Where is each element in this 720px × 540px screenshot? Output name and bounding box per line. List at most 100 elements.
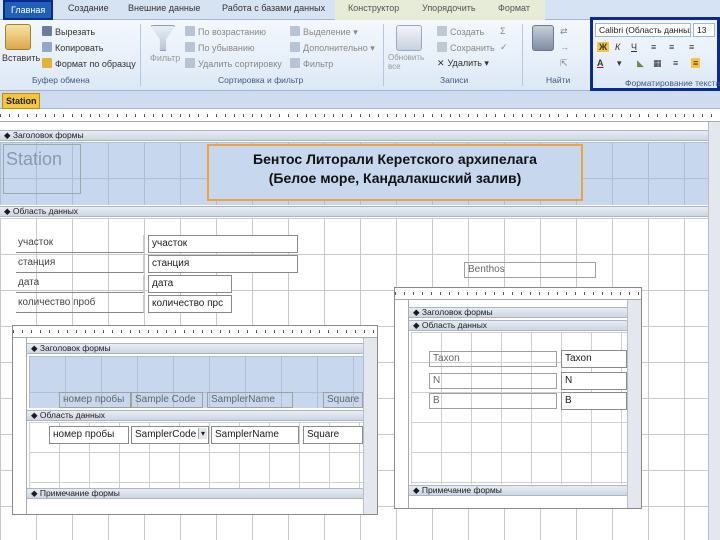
refresh-icon[interactable] [396, 25, 422, 51]
format-painter-button[interactable]: Формат по образцу [42, 58, 136, 69]
paste-button[interactable]: Вставить [2, 53, 40, 63]
subform-vertical-scrollbar[interactable] [627, 300, 641, 508]
label-n[interactable]: N [429, 373, 557, 389]
field-input-date[interactable]: дата [148, 275, 232, 293]
spelling-button[interactable]: ✓ [500, 42, 508, 53]
section-expand-icon: ◆ [413, 320, 422, 330]
document-tab-station[interactable]: Station [2, 93, 40, 109]
main-vertical-scrollbar[interactable] [708, 122, 720, 540]
delete-record-button[interactable]: ✕ Удалить ▾ [437, 58, 489, 69]
subform-vertical-scrollbar[interactable] [363, 338, 377, 514]
filter-button[interactable]: Фильтр [150, 53, 180, 63]
goto-button[interactable]: → [560, 42, 569, 52]
subform-footer-section-bar[interactable]: ◆ Примечание формы [409, 485, 627, 496]
form-title-label[interactable]: Бентос Литорали Керетского архипелага (Б… [207, 144, 583, 201]
column-header-sampler-name[interactable]: SamplerName [207, 392, 293, 408]
column-header-sample-number[interactable]: номер пробы [59, 392, 131, 408]
title-line-2: (Белое море, Кандалакшский залив) [268, 170, 522, 186]
align-center-icon[interactable]: ≡ [669, 42, 674, 52]
italic-button[interactable]: К [615, 42, 620, 52]
field-sampler-code[interactable]: SamplerCode ▾ [131, 426, 209, 444]
subform-detail-section-bar[interactable]: ◆ Область данных [409, 320, 627, 331]
subform-footer-section-bar[interactable]: ◆ Примечание формы [27, 488, 363, 499]
field-label-station[interactable]: станция [16, 255, 144, 273]
totals-button[interactable]: Σ [500, 26, 506, 36]
field-taxon[interactable]: Taxon [561, 350, 627, 368]
detail-section-bar[interactable]: ◆ Область данных [0, 206, 720, 217]
field-label-sample-count[interactable]: количество проб [16, 295, 144, 313]
clipboard-group-label: Буфер обмена [32, 75, 90, 85]
station-label[interactable]: Station [3, 144, 81, 194]
field-label-date[interactable]: дата [16, 275, 144, 293]
align-justify-icon[interactable]: ≡ [691, 58, 701, 68]
filter-icon[interactable] [150, 25, 176, 51]
group-separator [383, 24, 384, 86]
section-expand-icon: ◆ [413, 485, 422, 495]
tab-format[interactable]: Формат [498, 3, 530, 13]
subform-ruler [13, 326, 377, 338]
align-left-icon[interactable]: ≡ [651, 42, 656, 52]
binoculars-icon[interactable] [532, 25, 554, 51]
column-header-sample-code[interactable]: Sample Code [131, 392, 203, 408]
advanced-filter-button[interactable]: Дополнительно ▾ [290, 42, 375, 54]
grid-lines-icon[interactable]: ▦ [653, 58, 662, 69]
fill-color-icon[interactable]: ▾ [617, 58, 622, 69]
tab-database-tools[interactable]: Работа с базами данных [222, 3, 325, 13]
select-button[interactable]: ⇱ [560, 58, 568, 69]
column-header-square[interactable]: Square [323, 392, 363, 408]
field-sampler-name[interactable]: SamplerName [211, 426, 299, 444]
toggle-filter-button[interactable]: Фильтр [290, 58, 333, 69]
font-color-button[interactable]: A [597, 58, 604, 68]
tab-create[interactable]: Создание [68, 3, 109, 13]
font-size-dropdown[interactable]: 13 [693, 23, 715, 37]
section-expand-icon: ◆ [4, 206, 13, 216]
subform-detail-label: Область данных [421, 320, 488, 330]
field-input-section[interactable]: участок [148, 235, 298, 253]
new-record-button[interactable]: Создать [437, 26, 484, 37]
records-group-label: Записи [440, 75, 469, 85]
label-taxon[interactable]: Taxon [429, 351, 557, 367]
remove-sort-button[interactable]: Удалить сортировку [185, 58, 282, 69]
sort-descending-button[interactable]: По убыванию [185, 42, 255, 53]
section-expand-icon: ◆ [31, 410, 40, 420]
field-input-sample-count[interactable]: количество прс [148, 295, 232, 313]
paste-icon[interactable] [5, 24, 31, 50]
tab-home[interactable]: Главная [3, 0, 54, 20]
label-b[interactable]: B [429, 393, 557, 409]
tab-design[interactable]: Конструктор [348, 3, 399, 13]
copy-button[interactable]: Копировать [42, 42, 103, 53]
bold-button[interactable]: Ж [597, 42, 610, 52]
field-label-section[interactable]: участок [16, 235, 144, 253]
tab-arrange[interactable]: Упорядочить [422, 3, 476, 13]
form-header-section-bar[interactable]: ◆ Заголовок формы [0, 130, 720, 141]
field-square[interactable]: Square [303, 426, 363, 444]
subform-detail-section-bar[interactable]: ◆ Область данных [27, 410, 363, 421]
subform-header-section-bar[interactable]: ◆ Заголовок формы [409, 307, 627, 318]
font-name-dropdown[interactable]: Calibri (Область данных) [595, 23, 691, 37]
refresh-all-button[interactable]: Обновить все [388, 53, 434, 71]
section-expand-icon: ◆ [31, 343, 40, 353]
sort-ascending-button[interactable]: По возрастанию [185, 26, 266, 37]
tab-external-data[interactable]: Внешние данные [128, 3, 200, 13]
new-record-label: Создать [450, 27, 485, 37]
samples-subform[interactable]: ◆ Заголовок формы номер пробы Sample Cod… [12, 325, 378, 515]
benthos-label[interactable]: Benthos [464, 262, 596, 278]
selection-button[interactable]: Выделение ▾ [290, 26, 358, 38]
underline-button[interactable]: Ч [631, 42, 637, 52]
align-left-icon[interactable]: ≡ [673, 58, 678, 68]
field-input-station[interactable]: станция [148, 255, 298, 273]
subform-header-section-bar[interactable]: ◆ Заголовок формы [27, 343, 363, 354]
save-record-button[interactable]: Сохранить [437, 42, 495, 53]
field-n[interactable]: N [561, 372, 627, 390]
align-right-icon[interactable]: ≡ [689, 42, 694, 52]
section-expand-icon: ◆ [4, 130, 13, 140]
field-sample-number[interactable]: номер пробы [49, 426, 129, 444]
taxa-subform[interactable]: ◆ Заголовок формы ◆ Область данных Taxon… [394, 287, 642, 509]
fill-bucket-icon[interactable]: ◣ [637, 58, 644, 69]
field-b[interactable]: B [561, 392, 627, 410]
dropdown-arrow-icon[interactable]: ▾ [197, 428, 207, 439]
sort-descending-icon [185, 42, 195, 52]
replace-button[interactable]: ⇄ [560, 26, 568, 37]
cut-button[interactable]: Вырезать [42, 26, 95, 37]
advanced-label: Дополнительно [303, 43, 368, 53]
